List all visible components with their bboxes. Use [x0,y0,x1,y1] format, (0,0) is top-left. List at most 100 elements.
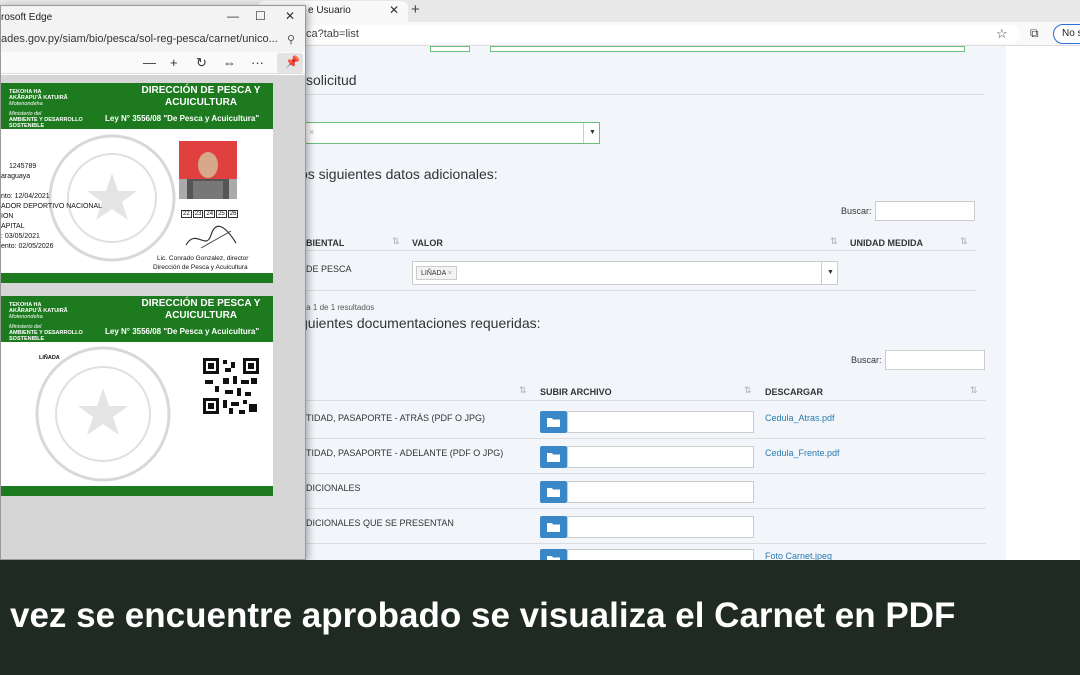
doc-row-label: DICIONALES QUE SE PRESENTAN [306,518,454,528]
upload-folder-button[interactable] [540,481,567,503]
tab-close-icon[interactable]: ✕ [389,3,399,17]
video-caption-bar: vez se encuentre aprobado se visualiza e… [0,560,1080,675]
card-field-category: ADOR DEPORTIVO NACIONAL [1,203,103,210]
tab-title: e Usuario [308,5,351,16]
table1-header-unidad[interactable]: UNIDAD MEDIDA [850,238,923,248]
zoom-icon[interactable]: ⚲ [287,33,295,46]
chevron-down-icon[interactable]: ▼ [821,262,837,284]
search-label-2: Buscar: [851,355,882,365]
table1-header-ambiental[interactable]: BIENTAL [306,238,344,248]
right-blank-area [1006,46,1080,560]
top-field-left [430,46,470,52]
download-link[interactable]: Cedula_Atras.pdf [765,413,835,423]
upload-file-field[interactable] [567,411,754,433]
pdf-url: ades.gov.py/siam/bio/pesca/sol-reg-pesca… [1,33,278,45]
card-law: Ley N° 3556/08 "De Pesca y Acuicultura" [105,114,260,123]
rotate-icon[interactable]: ↻ [196,55,207,71]
upload-file-field[interactable] [567,446,754,468]
paraguay-seal-watermark [48,134,176,262]
divider [300,473,986,474]
table1-row-label: DE PESCA [306,264,352,274]
profile-sync-button[interactable]: No s [1053,24,1080,44]
divider [300,400,986,401]
divider [300,250,976,251]
favorite-star-icon[interactable]: ☆ [996,26,1008,42]
upload-folder-button[interactable] [540,446,567,468]
header-text: SOSTENIBLE [9,336,45,342]
additional-data-heading: os siguientes datos adicionales: [300,166,498,182]
documents-heading: guientes documentaciones requeridas: [300,315,541,331]
card-law: Ley N° 3556/08 "De Pesca y Acuicultura" [105,327,260,336]
chevron-down-icon[interactable]: ▼ [583,123,599,143]
sort-icon[interactable]: ⇅ [960,236,968,247]
search-input-1[interactable] [875,201,975,221]
pin-button[interactable]: 📌 [277,53,303,73]
upload-folder-button[interactable] [540,411,567,433]
close-icon[interactable]: ✕ [285,9,295,23]
doc-row-label: TIDAD, PASAPORTE - ATRÁS (PDF O JPG) [306,413,486,423]
zoom-in-icon[interactable]: + [170,55,178,70]
photo-number: 22 [181,210,192,218]
carnet-front: TEKOHA HA AKÃRAPU'Ã KATUIRÃ Motenondeha … [1,83,273,283]
tag-remove-icon[interactable]: × [448,270,452,277]
table2-header-subir[interactable]: SUBIR ARCHIVO [540,387,612,397]
upload-file-field[interactable] [567,481,754,503]
upload-file-field[interactable] [567,516,754,538]
divider [300,290,976,291]
pdf-titlebar[interactable]: rosoft Edge — ☐ ✕ [1,6,305,28]
divider [300,543,986,544]
fit-page-icon[interactable]: ⇔ [223,55,236,70]
card-field-id: 1245789 [9,163,37,170]
divider [300,94,984,95]
pdf-window-title: rosoft Edge [1,12,53,23]
sort-icon[interactable]: ⇅ [970,385,978,396]
signature [185,225,237,249]
section-title: solicitud [306,72,357,88]
card-title: DIRECCIÓN DE PESCA Y ACUICULTURA [141,298,261,321]
search-input-2[interactable] [885,350,985,370]
solicitud-select[interactable]: × ▼ [300,122,600,144]
card-field-city: APITAL [1,223,25,230]
table1-info: sta 1 de 1 resultados [300,303,375,312]
card-footer [1,486,273,496]
select-clear-icon[interactable]: × [309,127,314,137]
address-bar[interactable]: ca?tab=list [290,25,1020,44]
table1-header-valor[interactable]: VALOR [412,238,443,248]
header-text: SOSTENIBLE [9,123,45,129]
paraguay-seal-watermark [35,346,171,482]
sort-icon[interactable]: ⇅ [744,385,752,396]
new-tab-icon[interactable]: + [411,1,420,18]
valor-multiselect[interactable]: LIÑADA × ▼ [412,261,838,285]
profile-sync-label: No s [1062,28,1080,39]
pdf-url-bar[interactable]: ades.gov.py/siam/bio/pesca/sol-reg-pesca… [1,28,305,52]
maximize-icon[interactable]: ☐ [255,9,266,23]
signer-department: Dirección de Pesca y Acuicultura [153,264,248,271]
pdf-viewer[interactable]: TEKOHA HA AKÃRAPU'Ã KATUIRÃ Motenondeha … [1,75,305,559]
search-label-1: Buscar: [841,206,872,216]
sort-icon[interactable]: ⇅ [519,385,527,396]
folder-icon [547,453,560,462]
photo-number: 24 [204,210,216,218]
card-title: DIRECCIÓN DE PESCA Y ACUICULTURA [141,85,261,108]
download-link[interactable]: Cedula_Frente.pdf [765,448,840,458]
photo-number: 25 [216,210,227,218]
card-field-birth: nto: 12/04/2021 [1,193,50,200]
zoom-out-icon[interactable]: — [143,55,156,70]
card-header: TEKOHA HA AKÃRAPU'Ã KATUIRÃ Motenondeha … [1,296,273,342]
minimize-icon[interactable]: — [227,9,239,23]
folder-icon [547,418,560,427]
caption-text: vez se encuentre aprobado se visualiza e… [10,596,956,635]
table2-header-descargar[interactable]: DESCARGAR [765,387,823,397]
valor-tag-label: LIÑADA [421,270,446,277]
sort-icon[interactable]: ⇅ [392,236,400,247]
card-field-nationality: araguaya [1,173,31,180]
qr-code [203,358,259,414]
doc-row-label: TIDAD, PASAPORTE - ADELANTE (PDF O JPG) [306,448,504,458]
photo-number: 26 [227,210,239,218]
collections-icon[interactable]: ⧉ [1030,26,1039,41]
card-header: TEKOHA HA AKÃRAPU'Ã KATUIRÃ Motenondeha … [1,83,273,129]
sort-icon[interactable]: ⇅ [830,236,838,247]
more-options-icon[interactable]: ··· [251,55,264,70]
photo-number-strip: 22 23 24 25 26 [181,210,239,218]
upload-folder-button[interactable] [540,516,567,538]
